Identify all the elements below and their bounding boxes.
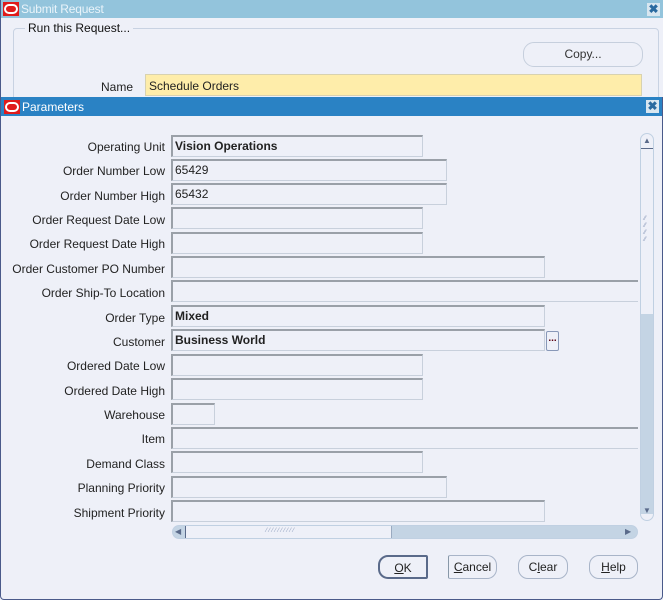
window-title: Submit Request	[21, 2, 104, 16]
planning-priority-field[interactable]	[171, 476, 447, 498]
submit-request-titlebar[interactable]: Submit Request ✖	[1, 0, 663, 18]
order-type-label: Order Type	[105, 311, 165, 325]
order-ship-to-location-label: Order Ship-To Location	[41, 286, 165, 300]
parameters-titlebar[interactable]: Parameters ✖	[1, 97, 662, 116]
submit-request-window: Submit Request ✖ Run this Request... Cop…	[0, 0, 663, 110]
order-request-date-high-label: Order Request Date High	[29, 237, 165, 251]
customer-lov-button[interactable]: ...	[546, 331, 559, 351]
ordered-date-low-label: Ordered Date Low	[66, 359, 165, 373]
name-field[interactable]: Schedule Orders	[145, 74, 642, 96]
scroll-grip-icon[interactable]: ⁄⁄ ⁄⁄ ⁄⁄ ⁄⁄	[644, 216, 650, 258]
order-ship-to-location-field[interactable]	[171, 280, 638, 302]
demand-class-field[interactable]	[171, 451, 423, 473]
ordered-date-high-field[interactable]	[171, 378, 423, 400]
ok-button[interactable]: OK	[378, 555, 428, 579]
planning-priority-label: Planning Priority	[77, 481, 165, 495]
copy-button[interactable]: Copy...	[523, 42, 643, 67]
operating-unit-label: Operating Unit	[87, 140, 165, 154]
shipment-priority-field[interactable]	[171, 500, 545, 522]
scroll-up-icon[interactable]: ▲	[641, 136, 653, 149]
name-label: Name	[101, 80, 134, 94]
help-button[interactable]: Help	[589, 555, 638, 579]
order-request-date-low-field[interactable]	[171, 207, 423, 229]
ordered-date-high-label: Ordered Date High	[64, 384, 165, 398]
cancel-button[interactable]: Cancel	[448, 555, 497, 579]
oracle-logo-icon	[3, 2, 19, 16]
ok-label: K	[403, 561, 412, 575]
clear-button[interactable]: Clear	[518, 555, 568, 579]
vertical-scrollbar[interactable]: ▲ ⁄⁄ ⁄⁄ ⁄⁄ ⁄⁄ ▼	[640, 133, 654, 521]
shipment-priority-label: Shipment Priority	[73, 506, 165, 520]
operating-unit-field[interactable]: Vision Operations	[171, 135, 423, 157]
warehouse-label: Warehouse	[104, 408, 165, 422]
ordered-date-low-field[interactable]	[171, 354, 423, 376]
scroll-grip-icon: ⁄⁄⁄⁄⁄⁄⁄⁄⁄⁄	[266, 528, 297, 534]
help-mnemonic: H	[601, 560, 610, 574]
order-request-date-high-field[interactable]	[171, 232, 423, 254]
order-customer-po-number-label: Order Customer PO Number	[12, 262, 165, 276]
scroll-down-icon[interactable]: ▼	[641, 506, 653, 518]
item-field[interactable]	[171, 427, 638, 449]
help-label: elp	[609, 560, 626, 574]
clear-label: ear	[540, 560, 558, 574]
scroll-thumb[interactable]: ⁄⁄⁄⁄⁄⁄⁄⁄⁄⁄	[185, 526, 392, 538]
cancel-label: ancel	[462, 560, 492, 574]
order-request-date-low-label: Order Request Date Low	[32, 213, 165, 227]
horizontal-scrollbar[interactable]: ⁄⁄⁄⁄⁄⁄⁄⁄⁄⁄ ◀ ▶	[172, 525, 638, 539]
oracle-logo-icon	[4, 100, 20, 114]
customer-label: Customer	[112, 335, 165, 349]
order-number-high-label: Order Number High	[60, 189, 165, 203]
item-label: Item	[141, 432, 165, 446]
order-customer-po-number-field[interactable]	[171, 256, 545, 278]
scroll-right-icon[interactable]: ▶	[625, 526, 635, 538]
warehouse-field[interactable]	[171, 403, 215, 425]
demand-class-label: Demand Class	[86, 457, 165, 471]
order-number-low-field[interactable]: 65429	[171, 159, 447, 181]
close-icon[interactable]: ✖	[647, 3, 660, 16]
group-label: Run this Request...	[25, 21, 134, 35]
customer-field[interactable]: Business World	[171, 329, 545, 351]
close-icon[interactable]: ✖	[646, 100, 659, 113]
parameters-window: Parameters ✖ Operating Unit Vision Opera…	[0, 97, 663, 600]
scroll-track[interactable]	[641, 314, 653, 514]
ok-mnemonic: O	[394, 561, 404, 575]
order-number-low-label: Order Number Low	[62, 164, 165, 178]
window-title: Parameters	[22, 100, 85, 114]
scroll-left-icon[interactable]: ◀	[175, 526, 185, 538]
order-number-high-field[interactable]: 65432	[171, 183, 447, 205]
order-type-field[interactable]: Mixed	[171, 305, 545, 327]
